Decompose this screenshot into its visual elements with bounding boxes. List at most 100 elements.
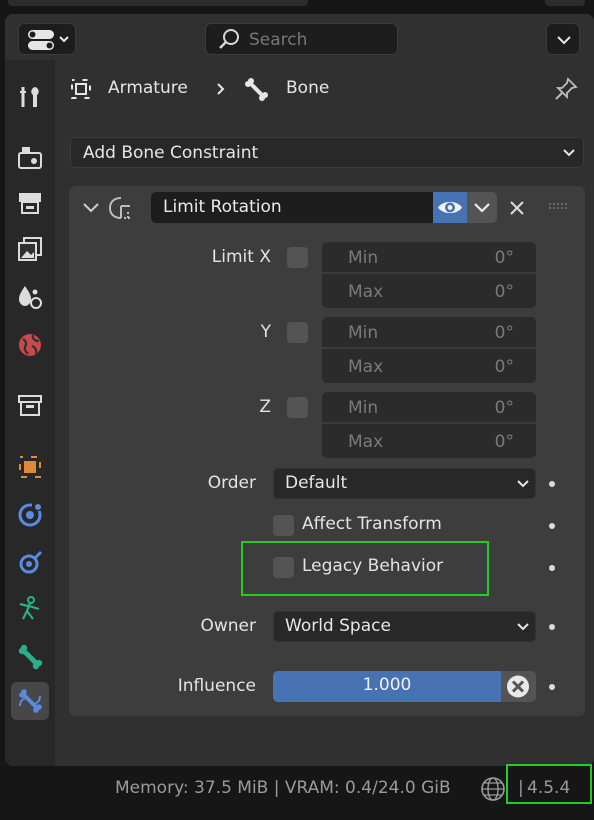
version-highlight-box: [506, 764, 592, 804]
add-bone-constraint-label: Add Bone Constraint: [83, 143, 259, 163]
influence-label: Influence: [177, 676, 256, 696]
z-min-value: 0°: [494, 398, 514, 418]
area-edge: [8, 0, 308, 6]
z-max-value: 0°: [494, 432, 514, 452]
header-menu-button[interactable]: [546, 23, 580, 55]
object-icon: [19, 456, 41, 478]
limit-z-checkbox[interactable]: [287, 397, 308, 418]
editor-header: Search: [5, 14, 594, 60]
limit-y-range: Min 0° Max 0°: [322, 317, 536, 383]
x-max-value: 0°: [494, 282, 514, 302]
search-placeholder: Search: [249, 30, 308, 50]
pin-icon[interactable]: [552, 75, 580, 103]
chevron-down-icon: [517, 480, 529, 488]
search-input[interactable]: Search: [205, 23, 398, 55]
keyframe-dot[interactable]: [549, 565, 555, 571]
tab-object-data[interactable]: [11, 590, 49, 628]
breadcrumb-bone: Bone: [286, 78, 330, 98]
keyframe-dot[interactable]: [549, 523, 555, 529]
armature-object-icon: [71, 79, 91, 99]
tab-output[interactable]: [11, 184, 49, 222]
influence-slider[interactable]: 1.000: [273, 671, 536, 702]
toggle-enabled-button[interactable]: [433, 192, 467, 223]
tab-collection[interactable]: [11, 386, 49, 424]
physics-icon: [19, 550, 43, 574]
limit-y-checkbox[interactable]: [287, 322, 308, 343]
breadcrumb-object: Armature: [108, 78, 188, 98]
eye-icon: [438, 201, 462, 214]
bone-icon: [18, 644, 43, 670]
search-icon: [219, 29, 239, 49]
limit-x-checkbox[interactable]: [287, 247, 308, 268]
panel-header: Limit Rotation: [69, 186, 585, 230]
tab-render[interactable]: [11, 138, 49, 176]
y-min-field[interactable]: Min 0°: [322, 317, 536, 349]
z-max-label: Max: [348, 432, 384, 452]
tab-physics[interactable]: [11, 544, 49, 582]
order-dropdown[interactable]: Default: [273, 468, 536, 499]
properties-tabs: [5, 60, 55, 766]
tab-bone-constraints[interactable]: [11, 682, 49, 720]
chevron-down-icon: [557, 36, 571, 45]
limit-z-range: Min 0° Max 0°: [322, 392, 536, 458]
keyframe-dot[interactable]: [549, 481, 555, 487]
owner-label: Owner: [200, 616, 256, 636]
highlight-box: [241, 541, 489, 596]
constraint-menu-button[interactable]: [467, 192, 497, 223]
memory-status: Memory: 37.5 MiB | VRAM: 0.4/24.0 GiB: [115, 778, 451, 798]
x-max-label: Max: [348, 282, 384, 302]
owner-space-dropdown[interactable]: World Space: [273, 611, 536, 642]
tab-bone[interactable]: [11, 638, 49, 676]
properties-content: Armature Bone Add Bone Constraint Limit …: [55, 60, 594, 766]
keyframe-dot[interactable]: [549, 624, 555, 630]
y-max-field[interactable]: Max 0°: [322, 351, 536, 383]
z-max-field[interactable]: Max 0°: [322, 426, 536, 458]
disable-keep-temp-icon[interactable]: [501, 671, 536, 702]
breadcrumb: Armature Bone: [68, 76, 578, 106]
globe-icon[interactable]: [479, 775, 507, 803]
status-bar: Memory: 37.5 MiB | VRAM: 0.4/24.0 GiB | …: [0, 764, 594, 820]
tab-view-layer[interactable]: [11, 230, 49, 268]
tab-modifiers[interactable]: [11, 496, 49, 534]
x-max-field[interactable]: Max 0°: [322, 276, 536, 308]
top-strip: [0, 0, 594, 14]
tab-object[interactable]: [11, 448, 49, 486]
y-min-value: 0°: [494, 323, 514, 343]
keyframe-dot[interactable]: [549, 684, 555, 690]
output-icon: [19, 193, 41, 214]
world-icon: [19, 334, 41, 356]
editor-type-button[interactable]: [18, 23, 76, 55]
properties-editor: Search Armature Bone Add Bone Constraint…: [5, 14, 594, 766]
tab-scene[interactable]: [11, 278, 49, 316]
limit-y-label: Y: [260, 322, 271, 342]
limit-z-label: Z: [259, 397, 271, 417]
y-max-value: 0°: [494, 357, 514, 377]
x-min-value: 0°: [494, 248, 514, 268]
chevron-down-icon: [474, 203, 490, 213]
affect-transform-checkbox[interactable]: [273, 515, 294, 536]
editor-type-icon: [28, 30, 69, 50]
limit-rotation-panel: Limit Rotation Limit X Min 0° Max 0° Y M…: [69, 186, 585, 716]
x-min-field[interactable]: Min 0°: [322, 242, 536, 274]
scene-icon: [19, 286, 42, 309]
influence-value: 1.000: [362, 675, 412, 695]
order-value: Default: [285, 473, 348, 493]
limit-rotation-icon: [108, 197, 132, 219]
limit-x-range: Min 0° Max 0°: [322, 242, 536, 308]
collapse-chevron-icon[interactable]: [81, 186, 101, 230]
tab-world[interactable]: [11, 326, 49, 364]
constraint-name-field[interactable]: Limit Rotation: [151, 192, 433, 223]
y-max-label: Max: [348, 357, 384, 377]
view-layer-icon: [18, 237, 42, 261]
tool-icon: [20, 87, 39, 107]
limit-x-label: Limit X: [211, 247, 271, 267]
remove-constraint-icon[interactable]: [505, 186, 529, 230]
tab-tool[interactable]: [11, 78, 49, 116]
add-bone-constraint-dropdown[interactable]: Add Bone Constraint: [70, 137, 584, 168]
owner-value: World Space: [285, 616, 391, 636]
z-min-field[interactable]: Min 0°: [322, 392, 536, 424]
chevron-right-icon: [217, 83, 225, 95]
chevron-down-icon: [563, 149, 575, 157]
area-edge: [545, 0, 585, 6]
drag-handle-icon[interactable]: [547, 186, 571, 230]
